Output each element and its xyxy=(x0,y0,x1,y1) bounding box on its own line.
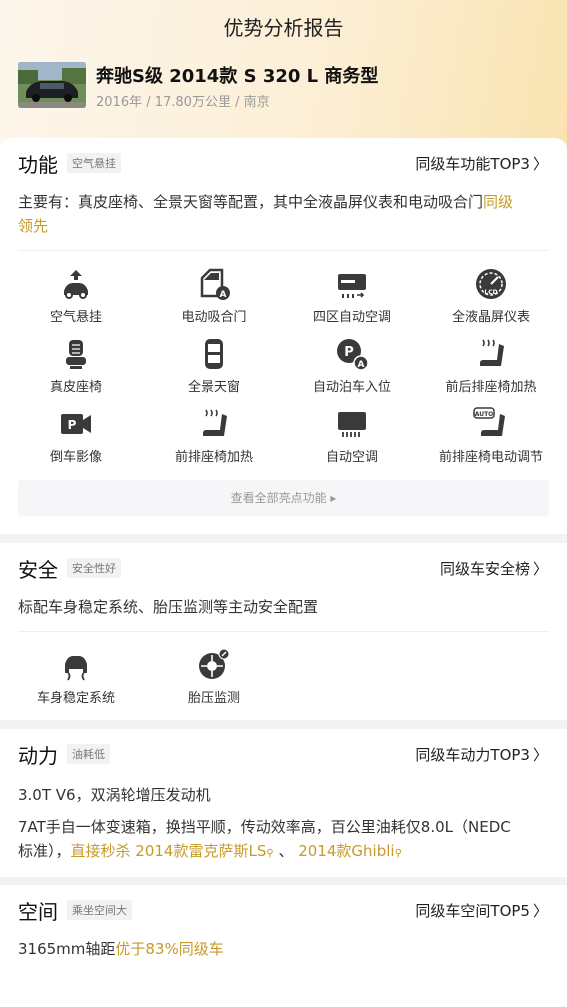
search-icon: ⚲ xyxy=(394,848,402,859)
feature-item[interactable]: A 电动吸合门 xyxy=(149,264,279,325)
section-title: 动力 xyxy=(18,743,58,768)
compare-link-lexus[interactable]: 直接秒杀 2014款雷克萨斯LS⚲ xyxy=(71,842,274,860)
reverse-camera-icon: P xyxy=(61,414,91,434)
function-top3-link[interactable]: 同级车功能TOP3 〉 xyxy=(415,153,548,174)
panoramic-sunroof-icon xyxy=(205,339,223,369)
power-header: 动力 油耗低 同级车动力TOP3 〉 xyxy=(18,729,548,779)
power-section: 动力 油耗低 同级车动力TOP3 〉 3.0T V6，双涡轮增压发动机 7AT手自… xyxy=(0,729,567,877)
view-all-features-button[interactable]: 查看全部亮点功能 ▸ xyxy=(18,480,549,516)
feature-item[interactable]: 胎压监测 xyxy=(149,645,279,706)
space-top5-link[interactable]: 同级车空间TOP5 〉 xyxy=(415,900,548,921)
chevron-right-icon: 〉 xyxy=(532,901,548,920)
four-zone-ac-icon xyxy=(338,274,366,298)
function-header: 功能 空气悬挂 同级车功能TOP3 〉 xyxy=(18,138,548,188)
divider xyxy=(18,250,549,251)
feature-item[interactable]: 真皮座椅 xyxy=(11,334,141,395)
car-name: 奔驰S级 2014款 S 320 L 商务型 xyxy=(96,66,379,87)
feature-item[interactable]: 车身稳定系统 xyxy=(11,645,141,706)
divider xyxy=(18,631,549,632)
svg-text:A: A xyxy=(358,360,365,370)
leather-seat-icon xyxy=(66,340,86,369)
svg-text:P: P xyxy=(344,345,354,360)
section-title: 功能 xyxy=(18,152,58,177)
function-description: 主要有：真皮座椅、全景天窗等配置，其中全液晶屏仪表和电动吸合门同级 领先 xyxy=(18,193,514,235)
transmission-description: 7AT手自一体变速箱，换挡平顺，传动效率高，百公里油耗仅8.0L（NEDC 标准… xyxy=(18,818,511,860)
chevron-right-icon: 〉 xyxy=(532,559,548,578)
feature-item[interactable]: 空气悬挂 xyxy=(11,264,141,325)
stability-control-icon xyxy=(65,656,87,681)
section-title: 空间 xyxy=(18,899,58,924)
function-section: 功能 空气悬挂 同级车功能TOP3 〉 主要有：真皮座椅、全景天窗等配置，其中全液… xyxy=(0,138,567,534)
car-meta: 2016年 / 17.80万公里 / 南京 xyxy=(96,95,270,110)
section-tag: 空气悬挂 xyxy=(67,153,121,173)
auto-parking-icon: PA xyxy=(337,339,369,371)
engine-description: 3.0T V6，双涡轮增压发动机 xyxy=(18,786,211,804)
feature-item[interactable]: 四区自动空调 xyxy=(287,264,417,325)
tire-pressure-icon xyxy=(199,648,230,679)
section-title: 安全 xyxy=(18,557,58,582)
feature-item[interactable]: PA 自动泊车入位 xyxy=(287,334,417,395)
feature-item[interactable]: LCD 全液晶屏仪表 xyxy=(426,264,556,325)
air-suspension-icon xyxy=(64,270,88,299)
feature-item[interactable]: 前排座椅加热 xyxy=(149,404,279,465)
svg-text:P: P xyxy=(68,418,77,432)
report-header: 优势分析报告 奔驰S级 2014款 S 320 L 商务型 2016年 / 17… xyxy=(0,0,567,160)
section-tag: 乘坐空间大 xyxy=(67,900,132,920)
seat-heating-icon xyxy=(480,339,504,366)
section-tag: 安全性好 xyxy=(67,558,121,578)
feature-item[interactable]: P 倒车影像 xyxy=(11,404,141,465)
compare-link-ghibli[interactable]: 2014款Ghibli⚲ xyxy=(298,842,402,860)
power-seat-adjust-icon: AUTO xyxy=(473,407,505,436)
car-thumbnail[interactable] xyxy=(18,62,86,108)
safety-section: 安全 安全性好 同级车安全榜〉 标配车身稳定系统、胎压监测等主动安全配置 车身稳… xyxy=(0,543,567,720)
wheelbase-description: 3165mm轴距优于83%同级车 xyxy=(18,940,224,958)
power-top3-link[interactable]: 同级车动力TOP3 〉 xyxy=(415,744,548,765)
feature-item[interactable]: 全景天窗 xyxy=(149,334,279,395)
lcd-dashboard-icon: LCD xyxy=(476,269,506,299)
seat-heating-icon xyxy=(203,409,227,436)
feature-item[interactable]: AUTO 前排座椅电动调节 xyxy=(426,404,556,465)
search-icon: ⚲ xyxy=(266,848,274,859)
feature-item[interactable]: 前后排座椅加热 xyxy=(426,334,556,395)
soft-close-door-icon: A xyxy=(200,268,230,300)
space-section: 空间 乘坐空间大 同级车空间TOP5 〉 3165mm轴距优于83%同级车 xyxy=(0,885,567,1007)
space-header: 空间 乘坐空间大 同级车空间TOP5 〉 xyxy=(18,885,548,935)
chevron-right-icon: 〉 xyxy=(532,745,548,764)
svg-text:LCD: LCD xyxy=(484,289,497,296)
svg-text:AUTO: AUTO xyxy=(475,411,494,418)
section-tag: 油耗低 xyxy=(67,744,110,764)
safety-ranking-link[interactable]: 同级车安全榜〉 xyxy=(440,558,548,579)
safety-header: 安全 安全性好 同级车安全榜〉 xyxy=(18,543,548,593)
svg-text:A: A xyxy=(220,290,227,300)
chevron-right-icon: 〉 xyxy=(532,154,548,173)
auto-ac-icon xyxy=(338,412,366,437)
page-title: 优势分析报告 xyxy=(223,16,344,40)
feature-item[interactable]: 自动空调 xyxy=(287,404,417,465)
safety-description: 标配车身稳定系统、胎压监测等主动安全配置 xyxy=(18,598,319,616)
